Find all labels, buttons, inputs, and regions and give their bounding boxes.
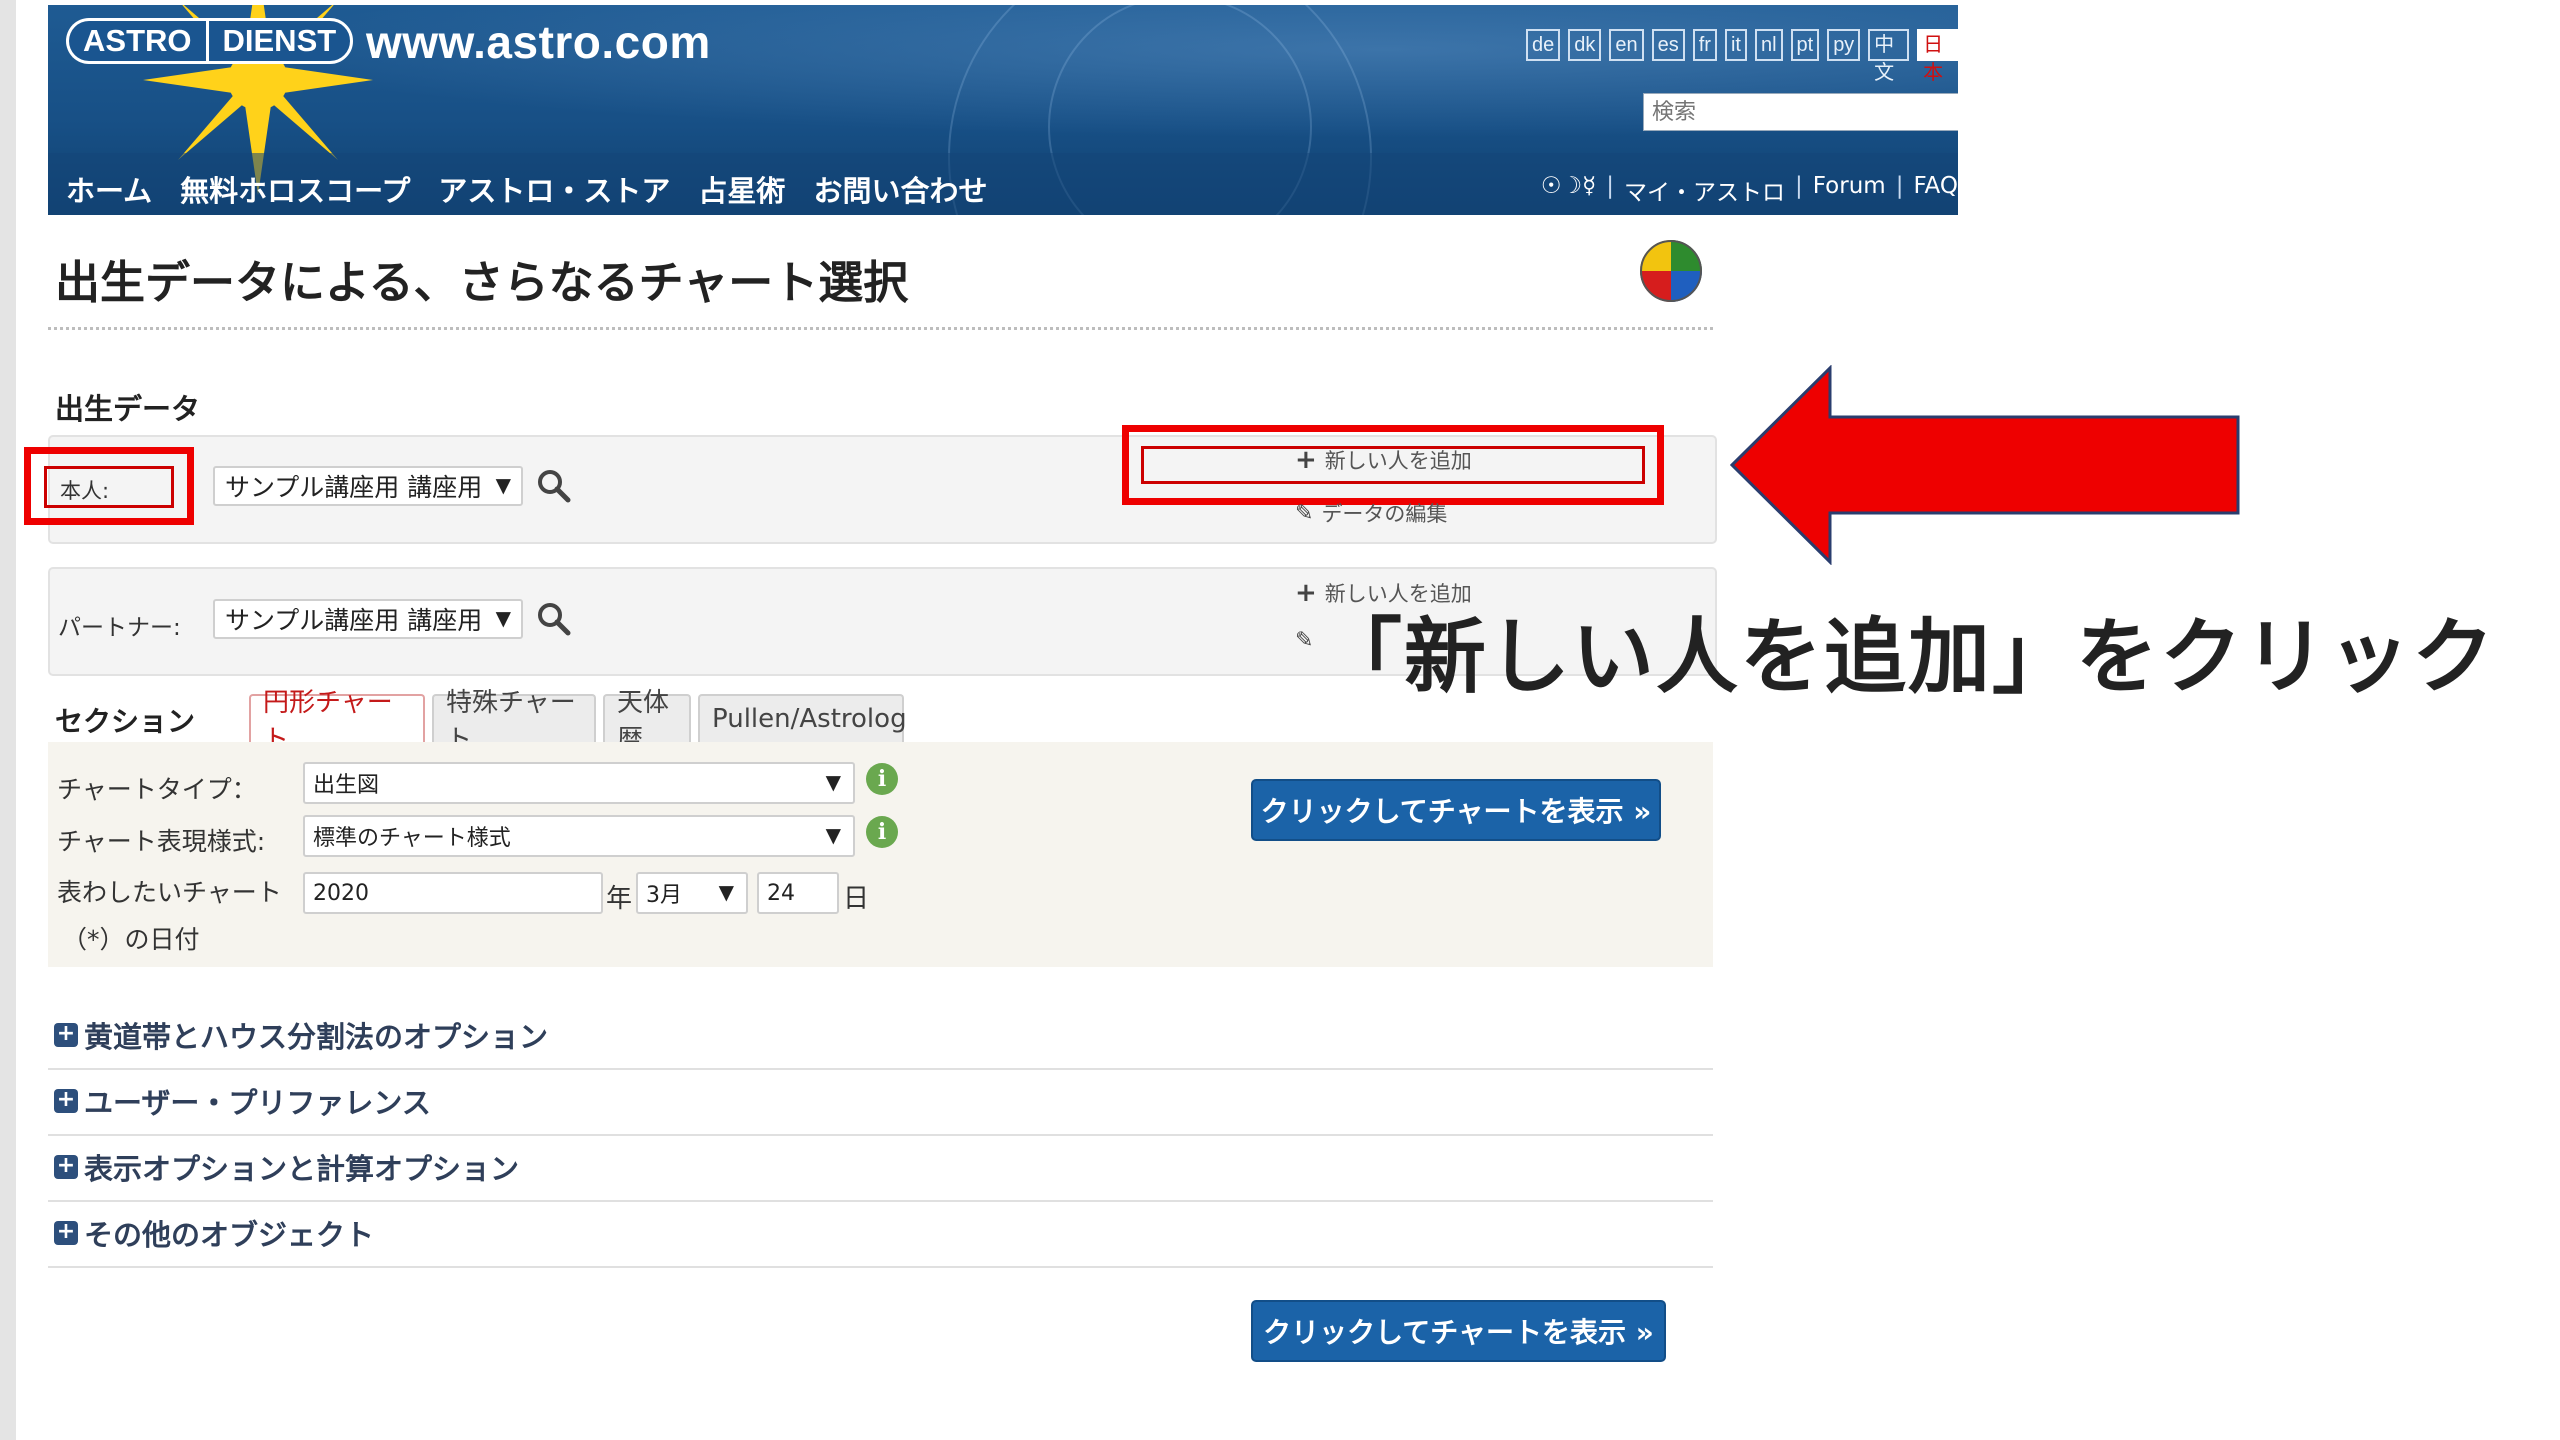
year-input[interactable]: 2020 xyxy=(303,872,603,914)
edit-data-link[interactable]: ✎ データの編集 xyxy=(1295,498,1447,528)
chart-style-value: 標準のチャート様式 xyxy=(313,826,511,851)
nav-separator: | xyxy=(1606,173,1615,199)
plus-icon: + xyxy=(1295,578,1317,608)
person-select[interactable]: サンプル講座用 講座用 ▼ xyxy=(213,466,523,506)
title-divider xyxy=(48,327,1713,330)
accordion-label: その他のオブジェクト xyxy=(84,1218,375,1252)
nav-my-astro[interactable]: マイ・アストロ xyxy=(1624,173,1785,207)
nav-astrology[interactable]: 占星術 xyxy=(698,168,785,210)
expand-plus-icon: + xyxy=(54,1155,78,1179)
site-header: ASTRO DIENST www.astro.com de dk en es f… xyxy=(48,5,1958,215)
chart-date-label-note: （*）の日付 xyxy=(62,925,200,954)
month-value: 3月 xyxy=(646,883,682,908)
chart-type-value: 出生図 xyxy=(313,773,380,798)
highlight-person-label-inner xyxy=(44,466,174,508)
chart-date-label: 表わしたいチャート xyxy=(57,878,282,907)
chevron-down-icon: ▼ xyxy=(718,880,734,904)
lang-zh[interactable]: 中文 xyxy=(1868,29,1910,84)
accordion-label: ユーザー・プリファレンス xyxy=(84,1086,431,1120)
show-chart-button[interactable]: クリックしてチャートを表示 » xyxy=(1251,779,1661,841)
nav-contact[interactable]: お問い合わせ xyxy=(813,168,987,210)
chevron-down-icon: ▼ xyxy=(825,770,841,794)
tab-ephemeris[interactable]: 天体暦 xyxy=(603,688,691,755)
nav-home[interactable]: ホーム xyxy=(66,168,152,210)
chart-wheel-icon xyxy=(1640,240,1702,302)
lang-dk[interactable]: dk xyxy=(1568,29,1602,61)
lang-fr[interactable]: fr xyxy=(1692,29,1717,61)
add-new-person-label: 新しい人を追加 xyxy=(1324,449,1472,473)
edit-icon: ✎ xyxy=(1295,500,1314,526)
lang-es[interactable]: es xyxy=(1651,29,1685,61)
lang-ru[interactable]: ру xyxy=(1827,29,1861,61)
expand-plus-icon: + xyxy=(54,1089,78,1113)
plus-icon: + xyxy=(1295,445,1317,475)
nav-right-links: ☉☽☿ | マイ・アストロ | Forum | FAQ xyxy=(1541,173,1958,207)
edit-icon: ✎ xyxy=(1295,628,1314,653)
lang-nl[interactable]: nl xyxy=(1754,29,1783,61)
planet-symbols-icon[interactable]: ☉☽☿ xyxy=(1541,173,1596,207)
lang-en[interactable]: en xyxy=(1609,29,1644,61)
search-partner-icon[interactable] xyxy=(536,601,572,637)
day-input[interactable]: 24 xyxy=(757,872,839,914)
nav-separator: | xyxy=(1795,173,1803,199)
lang-ja[interactable]: 日本 xyxy=(1917,29,1958,84)
edit-partner-link[interactable]: ✎ xyxy=(1295,628,1313,653)
astrodienst-logo[interactable]: ASTRO DIENST xyxy=(66,18,354,64)
chart-type-label: チャートタイプ： xyxy=(57,775,257,804)
day-value: 24 xyxy=(767,880,795,906)
accordion-label: 黄道帯とハウス分割法のオプション xyxy=(84,1020,549,1054)
chart-type-select[interactable]: 出生図 ▼ xyxy=(303,762,855,804)
nav-forum[interactable]: Forum xyxy=(1813,173,1886,207)
expand-plus-icon: + xyxy=(54,1023,78,1047)
accordion-user-preferences[interactable]: + ユーザー・プリファレンス xyxy=(48,1068,1713,1136)
chart-style-label: チャート表現様式: xyxy=(57,827,266,856)
month-select[interactable]: 3月 ▼ xyxy=(636,872,748,914)
chart-style-info-icon[interactable]: i xyxy=(866,816,898,848)
lang-it[interactable]: it xyxy=(1724,29,1747,61)
chart-style-select[interactable]: 標準のチャート様式 ▼ xyxy=(303,815,855,857)
red-arrow-icon xyxy=(1730,365,2240,565)
day-unit: 日 xyxy=(843,884,870,914)
nav-astro-store[interactable]: アストロ・ストア xyxy=(438,168,670,210)
partner-label: パートナー: xyxy=(58,615,181,641)
birth-data-heading: 出生データ xyxy=(55,392,201,426)
partner-select-value: サンプル講座用 講座用 xyxy=(225,606,483,635)
section-label: セクション xyxy=(55,705,196,738)
site-search: ○ xyxy=(1643,93,1958,131)
chart-type-info-icon[interactable]: i xyxy=(866,763,898,795)
person-select-value: サンプル講座用 講座用 xyxy=(225,473,483,502)
show-chart-button-bottom[interactable]: クリックしてチャートを表示 » xyxy=(1251,1300,1666,1362)
site-url[interactable]: www.astro.com xyxy=(366,15,711,69)
accordion-zodiac-house-options[interactable]: + 黄道帯とハウス分割法のオプション xyxy=(48,1002,1713,1070)
logo-right-text: DIENST xyxy=(205,18,354,64)
tab-special-chart[interactable]: 特殊チャート xyxy=(432,688,596,755)
chevron-down-icon: ▼ xyxy=(495,473,511,497)
language-selector: de dk en es fr it nl pt ру 中文 日本 xyxy=(1526,29,1958,84)
logo-left-text: ASTRO xyxy=(66,18,206,64)
partner-select[interactable]: サンプル講座用 講座用 ▼ xyxy=(213,599,523,639)
main-nav: ホーム 無料ホロスコープ アストロ・ストア 占星術 お問い合わせ ☉☽☿ | マ… xyxy=(48,153,1958,215)
nav-free-horoscope[interactable]: 無料ホロスコープ xyxy=(180,168,410,210)
nav-separator: | xyxy=(1895,173,1904,199)
search-person-icon[interactable] xyxy=(536,468,572,504)
page-left-border xyxy=(0,0,16,1440)
year-unit: 年 xyxy=(606,884,633,914)
tab-circular-chart[interactable]: 円形チャート xyxy=(249,688,425,755)
instruction-annotation: 「新しい人を追加」をクリック xyxy=(1320,610,2497,705)
chevron-down-icon: ▼ xyxy=(495,606,511,630)
tab-pullen-astrolog[interactable]: Pullen/Astrolog xyxy=(698,694,907,742)
accordion-label: 表示オプションと計算オプション xyxy=(84,1152,520,1186)
lang-de[interactable]: de xyxy=(1526,29,1561,61)
accordion-other-objects[interactable]: + その他のオブジェクト xyxy=(48,1200,1713,1268)
accordion-display-calc-options[interactable]: + 表示オプションと計算オプション xyxy=(48,1134,1713,1202)
add-new-person-link[interactable]: + 新しい人を追加 xyxy=(1295,445,1472,475)
expand-plus-icon: + xyxy=(54,1221,78,1245)
lang-pt[interactable]: pt xyxy=(1790,29,1820,61)
year-value: 2020 xyxy=(313,880,369,906)
page-title: 出生データによる、さらなるチャート選択 xyxy=(55,256,909,309)
chevron-down-icon: ▼ xyxy=(825,823,841,847)
search-input[interactable] xyxy=(1644,98,1954,126)
edit-data-label: データの編集 xyxy=(1321,502,1448,526)
nav-faq[interactable]: FAQ xyxy=(1913,173,1958,207)
